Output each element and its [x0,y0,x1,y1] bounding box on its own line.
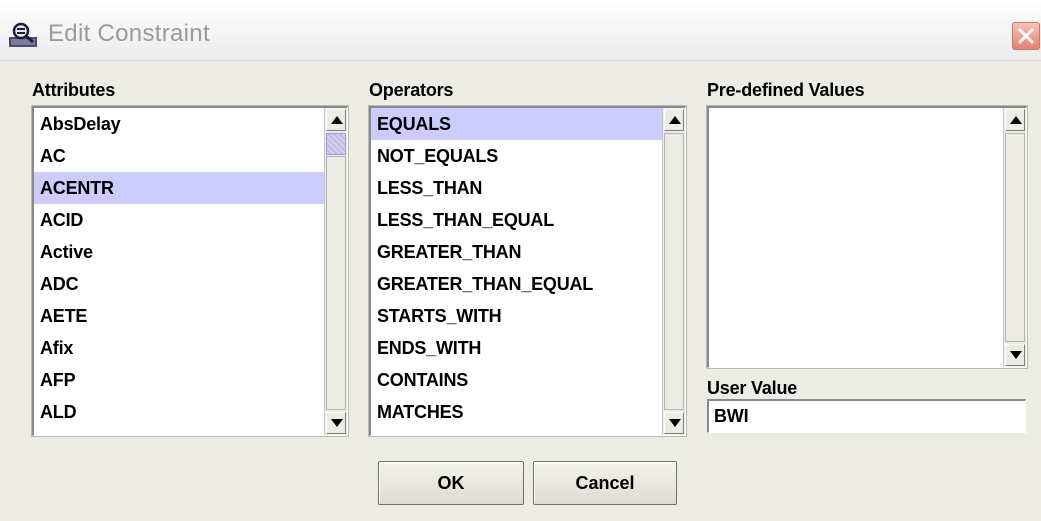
scroll-track[interactable] [1005,133,1025,342]
list-item[interactable]: GREATER_THAN [371,236,663,268]
list-item[interactable]: CONTAINS [371,364,663,396]
scroll-up-button[interactable] [664,109,684,131]
attributes-items: AbsDelay AC ACENTR ACID Active ADC AETE … [34,108,325,435]
edit-constraint-dialog: Edit Constraint Attributes AbsDelay AC A… [0,0,1041,521]
list-item[interactable]: Afix [34,332,325,364]
scroll-down-button[interactable] [326,412,346,434]
scroll-down-button[interactable] [1005,344,1025,366]
list-item[interactable]: AETE [34,300,325,332]
attributes-label: Attributes [32,80,115,100]
operators-label: Operators [369,80,454,100]
close-icon [1017,27,1035,45]
arrow-down-icon [669,419,681,427]
list-item[interactable]: ENDS_WITH [371,332,663,364]
list-item[interactable]: Active [34,236,325,268]
list-item[interactable]: LESS_THAN [371,172,663,204]
scroll-track[interactable] [326,156,346,410]
predefined-values-scrollbar[interactable] [1003,108,1026,367]
attributes-list[interactable]: AbsDelay AC ACENTR ACID Active ADC AETE … [31,105,349,437]
user-value-input[interactable]: BWI [707,399,1026,433]
arrow-down-icon [1010,351,1022,359]
scroll-thumb[interactable] [326,133,346,155]
list-item-selected[interactable]: ACENTR [34,172,325,204]
magnifier-app-icon [8,22,38,48]
arrow-up-icon [1010,116,1022,124]
operators-list[interactable]: EQUALS NOT_EQUALS LESS_THAN LESS_THAN_EQ… [368,105,687,437]
predefined-values-list[interactable] [706,105,1028,369]
list-item[interactable]: ALD [34,396,325,428]
scroll-up-button[interactable] [1005,109,1025,131]
list-item[interactable]: AbsDelay [34,108,325,140]
scroll-track[interactable] [664,133,684,410]
scroll-up-button[interactable] [326,109,346,131]
scroll-down-button[interactable] [664,412,684,434]
list-item[interactable]: GREATER_THAN_EQUAL [371,268,663,300]
arrow-up-icon [669,116,681,124]
arrow-down-icon [331,419,343,427]
list-item[interactable]: AC [34,140,325,172]
cancel-button[interactable]: Cancel [533,461,677,505]
predefined-values-label: Pre-defined Values [707,80,865,100]
operators-items: EQUALS NOT_EQUALS LESS_THAN LESS_THAN_EQ… [371,108,663,435]
list-item[interactable]: MATCHES [371,396,663,428]
user-value-label: User Value [707,378,798,398]
attributes-scrollbar[interactable] [324,108,347,435]
predefined-values-items [709,108,1004,367]
list-item[interactable]: LESS_THAN_EQUAL [371,204,663,236]
list-item[interactable]: STARTS_WITH [371,300,663,332]
arrow-up-icon [331,116,343,124]
window-title: Edit Constraint [48,20,210,47]
ok-button[interactable]: OK [378,461,524,505]
list-item[interactable]: NOT_EQUALS [371,140,663,172]
close-button[interactable] [1012,22,1040,50]
list-item[interactable]: AFP [34,364,325,396]
list-item-selected[interactable]: EQUALS [371,108,663,140]
operators-scrollbar[interactable] [662,108,685,435]
list-item[interactable]: ACID [34,204,325,236]
list-item[interactable]: ADC [34,268,325,300]
title-bar[interactable]: Edit Constraint [0,0,1041,61]
